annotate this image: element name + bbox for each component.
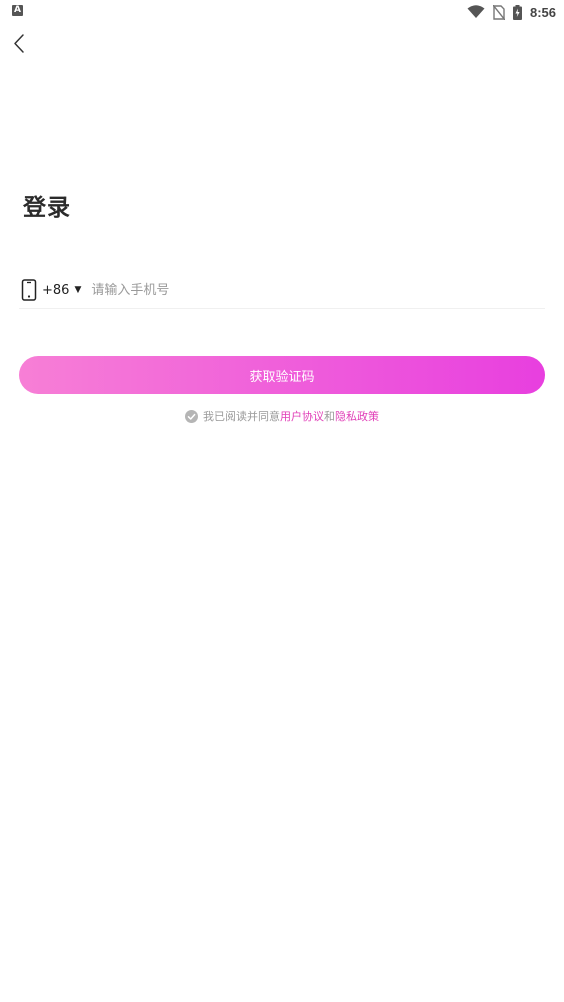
chevron-left-icon (14, 34, 24, 53)
agreement-checkbox[interactable] (185, 409, 198, 423)
agreement-prefix: 我已阅读并同意 (203, 410, 280, 423)
user-agreement-link[interactable]: 用户协议 (280, 408, 324, 424)
agreement-conjunction: 和 (324, 410, 335, 423)
wifi-icon (467, 5, 485, 18)
app-notification-icon: A (12, 5, 23, 16)
privacy-policy-link[interactable]: 隐私政策 (335, 408, 379, 424)
phone-number-input[interactable] (91, 278, 545, 302)
country-code-selector[interactable]: +86 ▼ (42, 283, 81, 298)
back-button[interactable] (8, 30, 32, 58)
status-bar: A 8:56 (0, 0, 564, 24)
status-time: 8:56 (529, 4, 556, 20)
status-icons: 8:56 (467, 3, 556, 21)
phone-icon (21, 279, 37, 301)
page-title: 登录 (23, 195, 71, 221)
login-page: A 8:56 登录 +86 ▼ 请输入手机号 获取验证码 我已阅读并同意 用户协… (0, 0, 564, 1002)
battery-charging-icon (512, 4, 522, 20)
agreement-row: 我已阅读并同意 用户协议 和 隐私政策 (0, 406, 564, 426)
get-verification-code-button[interactable]: 获取验证码 (19, 356, 545, 394)
caret-down-icon: ▼ (74, 285, 82, 295)
no-sim-icon (492, 4, 505, 20)
phone-input-row: +86 ▼ (19, 272, 545, 308)
country-code-label: +86 (42, 282, 70, 298)
input-divider (19, 308, 545, 309)
